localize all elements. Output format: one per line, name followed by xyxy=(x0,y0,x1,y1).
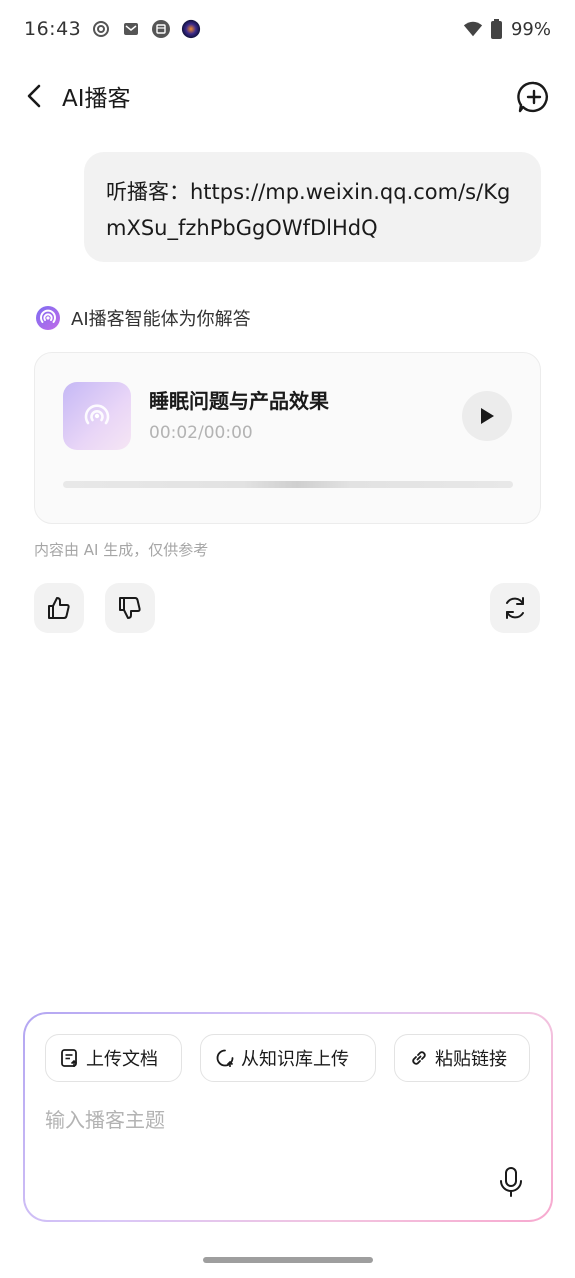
podcast-audio-card[interactable]: 睡眠问题与产品效果 00:02/00:00 xyxy=(34,352,541,524)
new-chat-plus-icon xyxy=(517,81,548,113)
battery-icon xyxy=(491,19,503,39)
refresh-icon xyxy=(506,597,524,619)
thumbs-down-icon xyxy=(119,597,141,619)
status-time: 16:43 xyxy=(24,18,82,40)
knowledge-base-label: 从知识库上传 xyxy=(241,1049,349,1070)
home-indicator[interactable] xyxy=(203,1257,373,1263)
composer-inner: 上传文档 从知识库上传 粘贴链接 xyxy=(25,1014,551,1220)
dislike-button[interactable] xyxy=(105,583,155,633)
document-upload-icon xyxy=(61,1049,78,1067)
agent-attribution: AI播客智能体为你解答 xyxy=(35,305,251,331)
podcast-progress-bar[interactable] xyxy=(63,481,513,488)
podcast-signal-icon xyxy=(36,306,60,330)
app-circle-icon xyxy=(181,19,201,39)
upload-document-label: 上传文档 xyxy=(86,1049,158,1070)
ai-disclaimer: 内容由 AI 生成，仅供参考 xyxy=(34,541,209,559)
app-header: AI播客 xyxy=(0,70,575,122)
play-button[interactable] xyxy=(462,391,512,441)
paste-link-chip[interactable]: 粘贴链接 xyxy=(394,1034,530,1082)
thumbs-up-icon xyxy=(48,597,70,619)
link-icon xyxy=(412,1051,426,1065)
like-button[interactable] xyxy=(34,583,84,633)
play-icon xyxy=(481,408,494,424)
podcast-cover-icon xyxy=(84,404,110,425)
back-button[interactable] xyxy=(18,80,50,112)
microphone-icon xyxy=(500,1167,522,1197)
podcast-topic-input[interactable] xyxy=(45,1100,485,1140)
agent-label: AI播客智能体为你解答 xyxy=(71,309,251,330)
screen: 16:43 99% AI播客 听播客：https://mp.weixin.qq.… xyxy=(0,0,575,1278)
new-chat-button[interactable] xyxy=(517,80,551,114)
podcast-cover xyxy=(63,382,131,450)
knowledge-base-chip[interactable]: 从知识库上传 xyxy=(200,1034,376,1082)
podcast-title: 睡眠问题与产品效果 xyxy=(149,389,329,413)
voice-input-button[interactable] xyxy=(493,1164,529,1200)
chevron-left-icon xyxy=(27,84,41,108)
composer-panel: 上传文档 从知识库上传 粘贴链接 xyxy=(23,1012,553,1222)
wifi-icon xyxy=(463,19,483,39)
page-title: AI播客 xyxy=(62,86,131,112)
calendar-icon xyxy=(151,19,171,39)
paste-link-label: 粘贴链接 xyxy=(435,1049,507,1070)
user-message-bubble: 听播客：https://mp.weixin.qq.com/s/KgmXSu_fz… xyxy=(84,152,541,262)
regenerate-button[interactable] xyxy=(490,583,540,633)
knowledge-base-icon xyxy=(216,1049,234,1067)
battery-percent: 99% xyxy=(510,18,551,40)
settings-ring-icon xyxy=(91,19,111,39)
mail-icon xyxy=(121,19,141,39)
upload-document-chip[interactable]: 上传文档 xyxy=(45,1034,182,1082)
podcast-time: 00:02/00:00 xyxy=(149,423,253,443)
status-bar: 16:43 99% xyxy=(0,0,575,58)
